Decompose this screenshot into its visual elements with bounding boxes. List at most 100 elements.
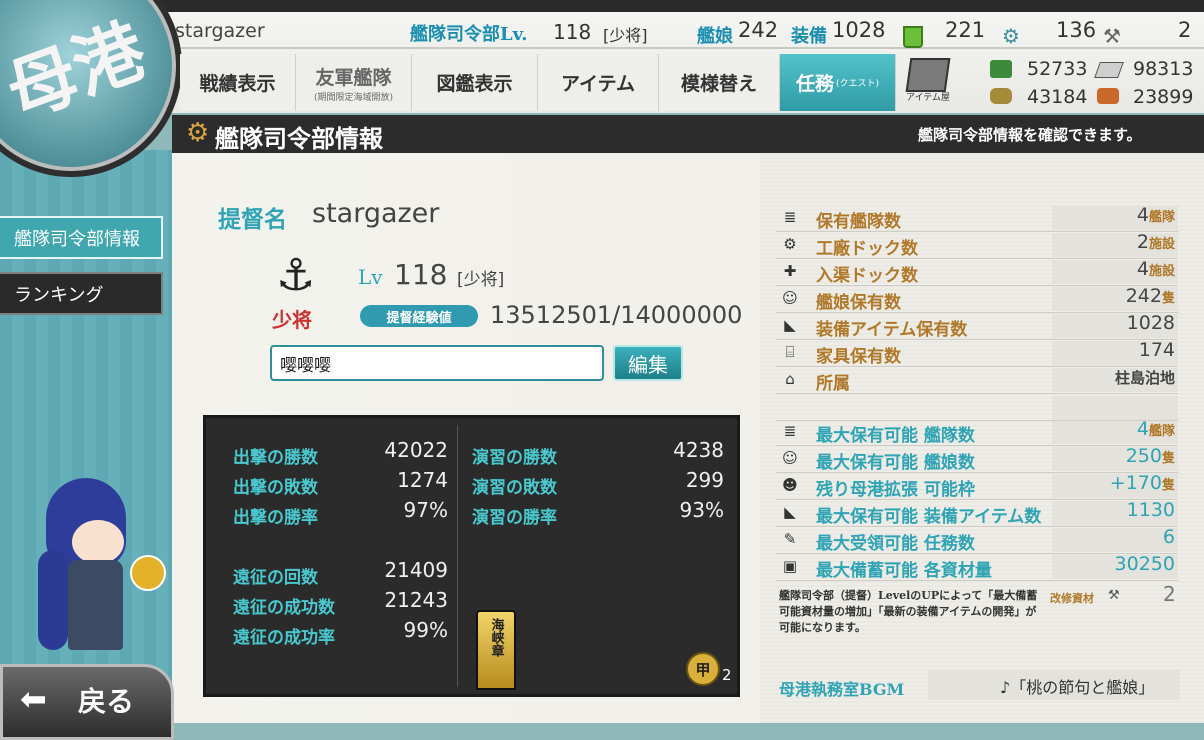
stat-unit: 施設	[1148, 237, 1175, 252]
admiral-name: stargazer	[312, 198, 440, 229]
back-arrow-icon: ⬅	[20, 680, 47, 718]
devmat-count: 136	[1056, 18, 1097, 42]
furniture-icon: ⌸	[785, 343, 795, 361]
empty-cell	[1052, 396, 1178, 420]
header-admiral-name: stargazer	[175, 20, 265, 42]
item-shop-button[interactable]: アイテム屋	[900, 56, 956, 108]
stat-unit: 施設	[1148, 264, 1175, 279]
tab-label: 模様替え	[680, 73, 757, 95]
shop-icon	[905, 58, 951, 92]
admiral-name-label: 提督名	[218, 206, 287, 233]
stat-number: 242	[1125, 285, 1162, 307]
sortie-wins: 42022	[384, 438, 448, 462]
edit-button[interactable]: 編集	[613, 345, 683, 381]
tab-encyclopedia[interactable]: 図鑑表示	[412, 54, 538, 111]
stat-unit: 艦隊	[1148, 424, 1175, 439]
hq-level-value: 118	[553, 20, 592, 44]
window-strip	[0, 0, 1204, 12]
tab-sublabel: (期間限定海域開放)	[313, 92, 394, 103]
fleet-icon: ≣	[783, 208, 797, 226]
exercise-wins: 4238	[673, 438, 724, 462]
expedition-count: 21409	[384, 558, 448, 582]
character-body	[68, 560, 123, 650]
stat-number: 1130	[1126, 499, 1175, 521]
stat-value: 250隻	[1052, 445, 1175, 467]
tab-label: アイテム	[560, 73, 636, 95]
quest-icon: ✎	[783, 530, 797, 548]
ammo-icon	[990, 88, 1012, 104]
expedition-rate-label: 遠征の成功率	[233, 628, 335, 648]
port-kanji: 母港	[0, 8, 156, 135]
stat-label: 艦娘保有数	[816, 293, 901, 313]
stat-label: 最大備蓄可能 各資材量	[816, 561, 992, 581]
page-description: 艦隊司令部情報を確認できます。	[918, 126, 1142, 144]
tab-quest[interactable]: 任務 (クエスト)	[780, 54, 896, 111]
screw-count: 2	[1178, 18, 1192, 42]
equipment-icon: ◣	[784, 316, 796, 334]
stat-number: 250	[1125, 445, 1162, 467]
exercise-losses-label: 演習の敗数	[472, 478, 557, 498]
stat-label: 最大保有可能 装備アイテム数	[816, 507, 1042, 527]
ship-count: 242	[738, 18, 779, 42]
rank-emblem-label: 少将	[272, 308, 312, 332]
stat-value: 4艦隊	[1052, 204, 1175, 226]
character-hair-tail	[38, 550, 68, 650]
stat-value: 30250	[1052, 553, 1175, 575]
ship-count-label: 艦娘	[697, 26, 733, 47]
bauxite-icon	[1097, 88, 1119, 104]
tab-label: 任務	[795, 73, 834, 95]
tab-friend-fleet[interactable]: 友軍艦隊 (期間限定海域開放)	[296, 54, 412, 111]
stat-unit: 隻	[1161, 478, 1175, 493]
expedition-success: 21243	[384, 588, 448, 612]
stat-label: 残り母港拡張 可能枠	[816, 480, 975, 500]
stat-number: +170	[1109, 472, 1162, 494]
stat-label: 最大保有可能 艦隊数	[816, 426, 975, 446]
bucket-count: 221	[945, 18, 986, 42]
stat-number: 1028	[1126, 312, 1175, 334]
stat-label: 装備アイテム保有数	[816, 320, 968, 340]
stat-number: 6	[1162, 526, 1175, 548]
tab-furniture[interactable]: 模様替え	[659, 54, 780, 111]
exercise-wins-label: 演習の勝数	[472, 448, 557, 468]
gear-icon: ⚙	[186, 118, 210, 148]
sidebar-item-hq-info[interactable]: 艦隊司令部情報	[0, 216, 163, 259]
exp-label-badge: 提督経験値	[360, 305, 478, 327]
devmat-icon: ⚙	[1002, 24, 1020, 48]
tab-label: 戦績表示	[199, 73, 276, 95]
sidebar-item-label: ランキング	[14, 284, 104, 306]
tab-battle-record[interactable]: 戦績表示	[180, 54, 296, 111]
exercise-rate: 93%	[679, 498, 724, 522]
kou-medal-icon[interactable]: 甲	[686, 652, 720, 686]
comment-field[interactable]	[270, 345, 604, 381]
stat-unit: 隻	[1161, 291, 1175, 306]
hq-level-note: 艦隊司令部（提督）LevelのUPによって「最大備蓄可能資材量の増加」「最新の装…	[779, 589, 1038, 634]
equip-count: 1028	[832, 18, 886, 42]
shop-label: アイテム屋	[905, 93, 951, 103]
stat-unit: 艦隊	[1148, 210, 1175, 225]
strait-medal-icon[interactable]: 海峡章	[476, 610, 516, 690]
character-illustration	[28, 460, 168, 665]
hq-level-label: 艦隊司令部Lv.	[410, 24, 528, 45]
strait-medal-label: 海峡章	[488, 618, 504, 657]
sortie-losses: 1274	[397, 468, 448, 492]
equipment-icon: ◣	[784, 503, 796, 521]
bucket-icon	[903, 26, 923, 48]
shipgirl-icon: ☺	[782, 449, 798, 467]
stat-value: 242隻	[1052, 285, 1175, 307]
stat-value: 174	[1052, 339, 1175, 361]
anchor-icon: ⚓	[276, 250, 316, 301]
stat-number: 柱島泊地	[1114, 369, 1175, 387]
sidebar-item-ranking[interactable]: ランキング	[0, 272, 163, 315]
tab-sublabel: (クエスト)	[835, 79, 880, 89]
bgm-value: ♪「桃の節句と艦娘」	[1000, 678, 1155, 697]
fuel-icon	[990, 60, 1012, 78]
stat-label: 家具保有数	[816, 347, 901, 367]
tab-items[interactable]: アイテム	[538, 54, 659, 111]
screw-icon: ⚒	[1103, 24, 1121, 48]
bauxite-value: 23899	[1133, 86, 1194, 108]
stat-value: 4艦隊	[1052, 418, 1175, 440]
level-value: 118	[394, 258, 448, 291]
stat-label: 工廠ドック数	[816, 239, 918, 259]
back-label: 戻る	[78, 685, 135, 718]
stat-number: 30250	[1114, 553, 1175, 575]
